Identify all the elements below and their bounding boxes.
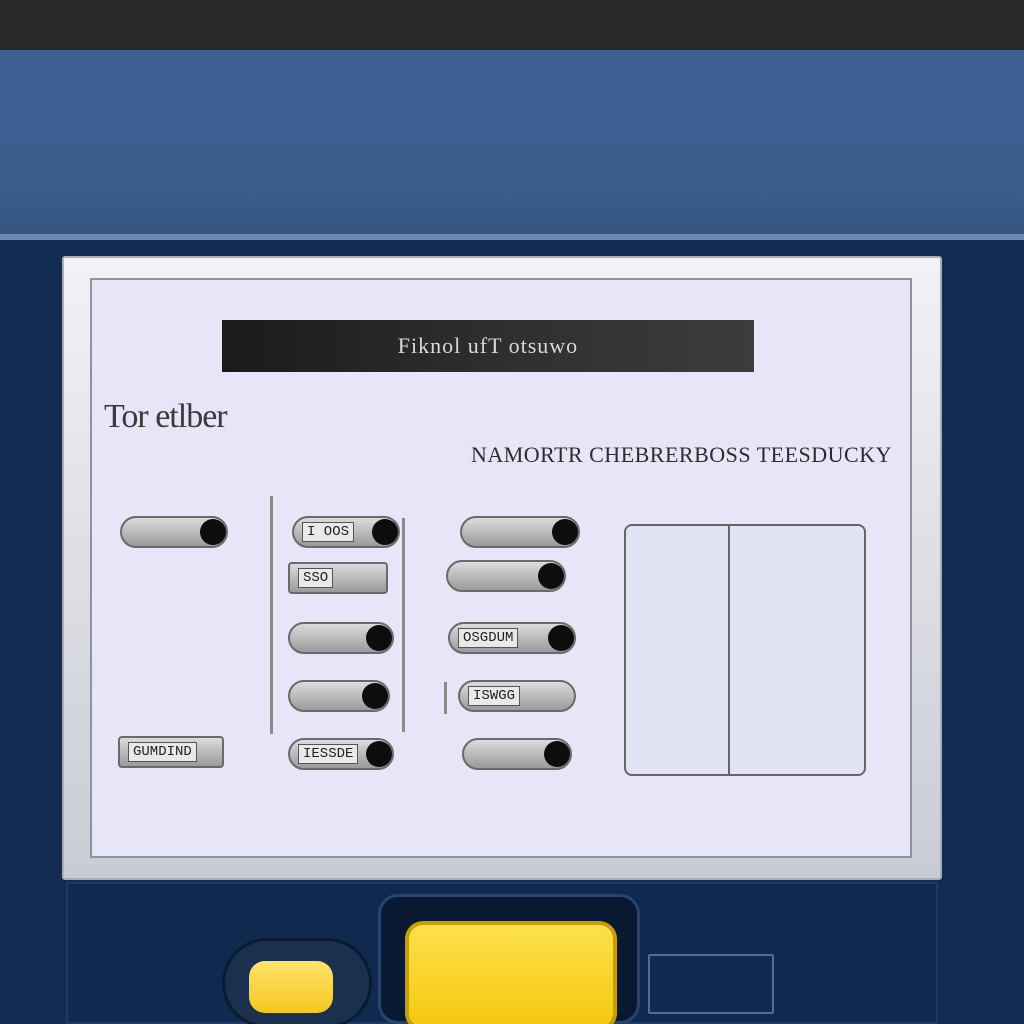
toggle-switch[interactable]: [120, 516, 228, 548]
large-yellow-button[interactable]: [378, 894, 640, 1024]
control-screen: Fiknol ufT otsuwo Tor etlber NAMORTR CHE…: [90, 278, 912, 858]
toggle-switch[interactable]: IESSDE: [288, 738, 394, 770]
toggle-knob-icon: [548, 625, 574, 651]
header-band: [0, 50, 1024, 240]
toggle-switch[interactable]: [288, 622, 394, 654]
toggle-switch[interactable]: [446, 560, 566, 592]
toggle-knob-icon: [366, 625, 392, 651]
column-divider: [270, 496, 273, 734]
top-strip: [0, 0, 1024, 50]
toggle-switch[interactable]: GUMDIND: [118, 736, 224, 768]
section-subheading: NAMORTR CHEBRERBOSS TEESDUCKY: [470, 442, 892, 467]
large-yellow-button-face: [405, 921, 617, 1024]
toggle-switch[interactable]: I OOS: [292, 516, 400, 548]
toggle-label: IESSDE: [298, 744, 359, 764]
toggle-switch[interactable]: [288, 680, 390, 712]
toggle-switch[interactable]: OSGDUM: [448, 622, 576, 654]
toggle-switch[interactable]: SSO: [288, 562, 388, 594]
display-split: [728, 526, 730, 774]
toggle-knob-icon: [544, 741, 570, 767]
toggle-label: GUMDIND: [128, 742, 197, 762]
toggle-knob-icon: [362, 683, 388, 709]
display-window: [624, 524, 866, 776]
toggle-label: I OOS: [302, 522, 355, 542]
toggle-label: OSGDUM: [458, 628, 519, 648]
toggle-knob-icon: [538, 563, 564, 589]
toggle-knob-icon: [366, 741, 392, 767]
toggle-switch[interactable]: ISWGG: [458, 680, 576, 712]
small-yellow-button-face: [249, 961, 333, 1013]
toggle-label: ISWGG: [468, 686, 521, 706]
column-divider: [444, 682, 447, 714]
toggle-knob-icon: [200, 519, 226, 545]
small-yellow-button[interactable]: [222, 938, 372, 1024]
column-divider: [402, 518, 405, 732]
section-heading: Tor etlber: [104, 398, 228, 435]
panel-title: Fiknol ufT otsuwo: [222, 320, 754, 372]
toggle-knob-icon: [372, 519, 398, 545]
toggle-switch[interactable]: [462, 738, 572, 770]
toggle-label: SSO: [298, 568, 334, 588]
toggle-knob-icon: [552, 519, 578, 545]
card-slot[interactable]: [648, 954, 774, 1014]
toggle-switch[interactable]: [460, 516, 580, 548]
